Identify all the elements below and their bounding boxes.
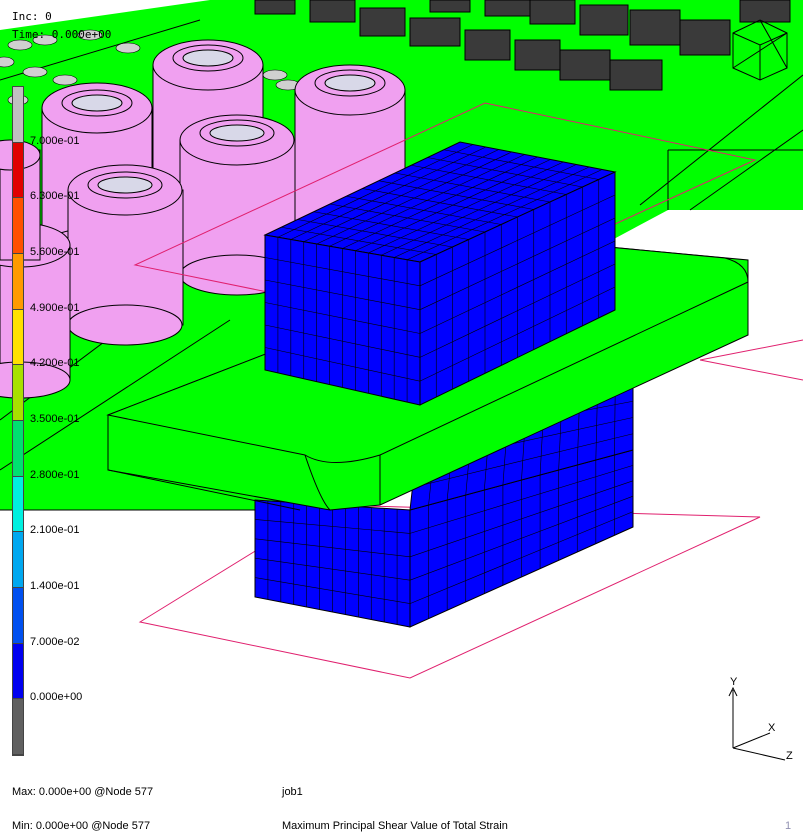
legend-band	[13, 198, 23, 254]
legend-label: 6.300e-01	[30, 190, 80, 203]
frame-number: 1	[785, 820, 792, 832]
legend-label: 5.600e-01	[30, 246, 80, 258]
legend-label: 7.000e-01	[30, 134, 80, 147]
axis-x-label: X	[768, 722, 776, 734]
min-value-readout: Min: 0.000e+00 @Node 577	[12, 820, 151, 832]
legend-band	[13, 87, 23, 143]
axis-triad-icon	[728, 686, 786, 761]
legend-band	[13, 309, 23, 366]
legend-label: 2.100e-01	[30, 524, 80, 537]
legend-label: 1.400e-01	[30, 580, 80, 592]
legend-label: 2.800e-01	[30, 468, 80, 481]
axis-z-label: Z	[786, 750, 793, 762]
legend-label: 3.500e-01	[30, 413, 80, 425]
legend-band	[13, 587, 23, 644]
axis-y-label: Y	[730, 676, 738, 688]
legend-band	[13, 420, 23, 477]
job-name: job1	[282, 786, 303, 798]
result-title: Maximum Principal Shear Value of Total S…	[282, 820, 508, 832]
max-value-readout: Max: 0.000e+00 @Node 577	[12, 786, 154, 798]
legend-band	[13, 532, 23, 588]
color-legend-bar	[12, 86, 24, 756]
legend-band	[13, 142, 23, 199]
model-viewport[interactable]	[0, 0, 803, 840]
legend-label: 7.000e-02	[30, 635, 80, 648]
legend-band	[13, 699, 23, 755]
legend-band	[13, 643, 23, 700]
legend-label: 4.200e-01	[30, 357, 80, 370]
legend-band	[13, 365, 23, 421]
legend-band	[13, 476, 23, 533]
legend-band	[13, 253, 23, 310]
increment-readout: Inc: 0	[12, 10, 52, 23]
time-readout: Time: 0.000e+00	[12, 28, 112, 41]
legend-label: 4.900e-01	[30, 301, 80, 314]
legend-label: 0.000e+00	[30, 691, 83, 704]
